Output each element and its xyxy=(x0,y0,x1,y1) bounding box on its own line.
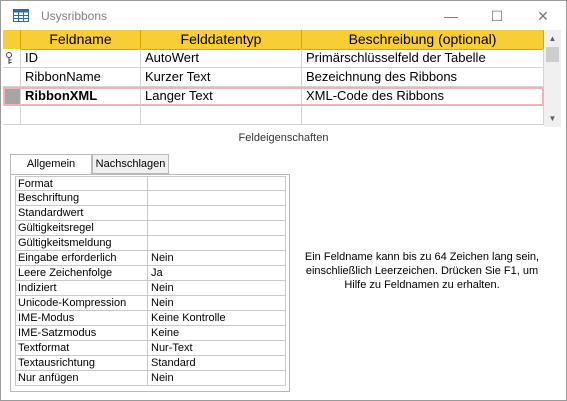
row-selector[interactable] xyxy=(3,68,21,87)
property-label: Gültigkeitsregel xyxy=(15,221,148,236)
property-label: Textformat xyxy=(15,341,148,356)
field-name-cell[interactable]: ID xyxy=(21,49,141,68)
property-value[interactable]: Ja xyxy=(148,266,286,281)
row-selector[interactable] xyxy=(3,106,21,125)
property-label: Unicode-Kompression xyxy=(15,296,148,311)
property-row[interactable]: Indiziert Nein xyxy=(15,281,286,296)
close-button[interactable]: ✕ xyxy=(520,1,566,31)
property-row[interactable]: Format xyxy=(15,176,286,191)
title-bar[interactable]: Usysribbons — ☐ ✕ xyxy=(1,1,566,31)
table-icon xyxy=(13,9,29,22)
scroll-thumb[interactable] xyxy=(546,47,559,62)
field-row-empty[interactable] xyxy=(3,106,544,125)
property-label: Nur anfügen xyxy=(15,371,148,386)
tab-general[interactable]: Allgemein xyxy=(10,154,92,175)
property-row[interactable]: IME-Satzmodus Keine xyxy=(15,326,286,341)
property-label: Eingabe erforderlich xyxy=(15,251,148,266)
property-row[interactable]: Textformat Nur-Text xyxy=(15,341,286,356)
row-selector[interactable] xyxy=(3,49,21,68)
property-label: Leere Zeichenfolge xyxy=(15,266,148,281)
data-type-cell[interactable]: Kurzer Text xyxy=(141,68,302,87)
property-label: Format xyxy=(15,176,148,191)
property-value[interactable]: Nein xyxy=(148,281,286,296)
column-header-data-type[interactable]: Felddatentyp xyxy=(141,30,302,50)
property-value[interactable]: Nur-Text xyxy=(148,341,286,356)
property-label: Beschriftung xyxy=(15,191,148,206)
property-label: Indiziert xyxy=(15,281,148,296)
data-type-cell[interactable] xyxy=(141,106,302,125)
property-label: IME-Modus xyxy=(15,311,148,326)
property-row[interactable]: Unicode-Kompression Nein xyxy=(15,296,286,311)
help-text: Ein Feldname kann bis zu 64 Zeichen lang… xyxy=(304,251,540,291)
property-label: IME-Satzmodus xyxy=(15,326,148,341)
primary-key-icon xyxy=(6,52,12,64)
maximize-button[interactable]: ☐ xyxy=(474,1,520,31)
property-row[interactable]: Leere Zeichenfolge Ja xyxy=(15,266,286,281)
property-label: Standardwert xyxy=(15,206,148,221)
property-row[interactable]: Beschriftung xyxy=(15,191,286,206)
property-row[interactable]: Gültigkeitsmeldung xyxy=(15,236,286,251)
row-selector-current[interactable] xyxy=(3,87,21,106)
property-row[interactable]: Nur anfügen Nein xyxy=(15,371,286,386)
field-name-cell[interactable]: RibbonName xyxy=(21,68,141,87)
minimize-icon: — xyxy=(444,8,458,24)
maximize-icon: ☐ xyxy=(490,7,504,24)
property-value[interactable] xyxy=(148,191,286,206)
scroll-down-arrow-icon[interactable]: ▼ xyxy=(544,110,561,127)
property-value[interactable] xyxy=(148,206,286,221)
property-value[interactable]: Keine xyxy=(148,326,286,341)
field-row[interactable]: ID AutoWert Primärschlüsselfeld der Tabe… xyxy=(3,49,544,68)
property-value[interactable]: Nein xyxy=(148,371,286,386)
column-header-field-name[interactable]: Feldname xyxy=(21,30,141,50)
property-value[interactable]: Nein xyxy=(148,251,286,266)
property-value[interactable] xyxy=(148,236,286,251)
field-properties-label: Feldeigenschaften xyxy=(238,132,329,144)
property-value[interactable]: Standard xyxy=(148,356,286,371)
description-cell[interactable]: Primärschlüsselfeld der Tabelle xyxy=(302,49,544,68)
data-type-cell[interactable]: Langer Text xyxy=(141,87,302,106)
property-label: Gültigkeitsmeldung xyxy=(15,236,148,251)
property-row[interactable]: Textausrichtung Standard xyxy=(15,356,286,371)
vertical-scrollbar[interactable]: ▲ ▼ xyxy=(544,30,561,127)
property-value[interactable] xyxy=(148,176,286,191)
data-type-cell[interactable]: AutoWert xyxy=(141,49,302,68)
field-row[interactable]: RibbonName Kurzer Text Bezeichnung des R… xyxy=(3,68,544,87)
tab-lookup[interactable]: Nachschlagen xyxy=(92,154,169,174)
property-value[interactable] xyxy=(148,221,286,236)
property-label: Textausrichtung xyxy=(15,356,148,371)
field-name-cell[interactable]: RibbonXML xyxy=(21,87,141,106)
window-title: Usysribbons xyxy=(41,9,108,23)
row-selector-header[interactable] xyxy=(3,30,21,50)
description-cell[interactable]: Bezeichnung des Ribbons xyxy=(302,68,544,87)
field-name-cell[interactable] xyxy=(21,106,141,125)
property-row[interactable]: Standardwert xyxy=(15,206,286,221)
property-row[interactable]: Gültigkeitsregel xyxy=(15,221,286,236)
description-cell[interactable]: XML-Code des Ribbons xyxy=(302,87,544,106)
minimize-button[interactable]: — xyxy=(428,1,474,31)
property-value[interactable]: Keine Kontrolle xyxy=(148,311,286,326)
scroll-up-arrow-icon[interactable]: ▲ xyxy=(544,30,561,47)
property-grid: Format Beschriftung Standardwert Gültigk… xyxy=(15,176,286,386)
property-row[interactable]: IME-Modus Keine Kontrolle xyxy=(15,311,286,326)
property-row[interactable]: Eingabe erforderlich Nein xyxy=(15,251,286,266)
close-icon: ✕ xyxy=(537,7,549,24)
field-design-grid: Feldname Felddatentyp Beschreibung (opti… xyxy=(3,30,544,127)
column-header-description[interactable]: Beschreibung (optional) xyxy=(302,30,544,50)
property-value[interactable]: Nein xyxy=(148,296,286,311)
description-cell[interactable] xyxy=(302,106,544,125)
field-row-current[interactable]: RibbonXML Langer Text XML-Code des Ribbo… xyxy=(3,87,544,106)
